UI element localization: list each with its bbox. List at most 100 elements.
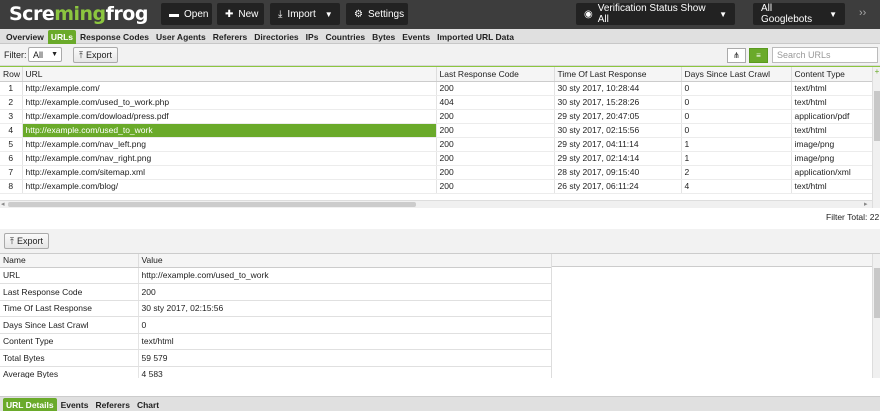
cell-days-since-last-crawl: 1 xyxy=(681,137,792,152)
cell-url: http://example.com/ xyxy=(22,81,437,96)
verification-status-dropdown[interactable]: ◉ Verification Status Show All ▼ xyxy=(576,3,735,25)
chevron-down-icon: ▼ xyxy=(719,9,727,19)
grid-horizontal-scrollbar[interactable]: ◂ ▸ xyxy=(0,200,872,208)
new-button[interactable]: ✚ New xyxy=(217,3,264,25)
cell-row: 2 xyxy=(0,95,23,110)
tab-chart[interactable]: Chart xyxy=(134,398,162,411)
detail-row[interactable]: Days Since Last Crawl 0 xyxy=(0,316,552,334)
table-row[interactable]: 5 http://example.com/nav_left.png 200 29 st… xyxy=(0,137,873,152)
search-input[interactable]: Search URLs xyxy=(772,47,878,63)
detail-row[interactable]: Total Bytes 59 579 xyxy=(0,349,552,367)
detail-row[interactable]: Time Of Last Response 30 sty 2017, 02:15:… xyxy=(0,300,552,317)
add-column-icon[interactable]: + xyxy=(873,67,880,81)
detail-row[interactable]: Content Type text/html xyxy=(0,333,552,350)
detail-row[interactable]: Average Bytes 4 583 xyxy=(0,366,552,378)
column-header-days-since-last-crawl[interactable]: Days Since Last Crawl xyxy=(681,67,792,82)
list-view-button[interactable]: ≡ xyxy=(749,48,768,63)
more-chevron-icon[interactable]: ›› xyxy=(859,7,866,19)
cell-url: http://example.com/nav_left.png xyxy=(22,137,437,152)
detail-name: Total Bytes xyxy=(0,349,139,367)
tab-urls[interactable]: URLs xyxy=(47,30,77,44)
table-row[interactable]: 1 http://example.com/200 30 sty 2017, 10:2… xyxy=(0,81,873,96)
cell-content-type: text/html xyxy=(791,179,873,194)
cell-url: http://example.com/dowload/press.pdf xyxy=(22,109,437,124)
cell-content-type: image/png xyxy=(791,137,873,152)
tree-icon: ⋔ xyxy=(733,51,740,60)
detail-header-value[interactable]: Value xyxy=(138,254,552,268)
detail-value: 200 xyxy=(138,283,552,301)
tab-directories[interactable]: Directories xyxy=(251,30,301,44)
cell-last-response-code: 200 xyxy=(436,165,555,180)
detail-export-button[interactable]: ⤒ Export xyxy=(4,233,49,249)
tab-user-agents[interactable]: User Agents xyxy=(153,30,209,44)
filter-select[interactable]: All ▼ xyxy=(28,47,62,62)
detail-row[interactable]: URL http://example.com/used_to_work xyxy=(0,267,552,284)
table-row[interactable]: 8 http://example.com/blog/200 26 sty 2017,… xyxy=(0,179,873,194)
googlebots-dropdown[interactable]: All Googlebots ▼ xyxy=(753,3,845,25)
column-header-content-type[interactable]: Content Type xyxy=(791,67,873,82)
scrollbar-thumb[interactable] xyxy=(8,202,416,207)
tab-imported-url-data[interactable]: Imported URL Data xyxy=(434,30,517,44)
cell-url: http://example.com/used_to_work.php xyxy=(22,95,437,110)
table-row[interactable]: 3 http://example.com/dowload/press.pdf 200… xyxy=(0,109,873,124)
cell-url: http://example.com/used_to_work xyxy=(22,123,437,138)
detail-row[interactable]: Last Response Code 200 xyxy=(0,283,552,301)
column-header-last-response-code[interactable]: Last Response Code xyxy=(436,67,555,82)
grid-vertical-scrollbar[interactable]: + xyxy=(872,67,880,208)
tab-referers[interactable]: Referers xyxy=(92,398,133,411)
eye-icon: ◉ xyxy=(584,8,593,20)
column-header-time-of-last-response[interactable]: Time Of Last Response xyxy=(554,67,682,82)
cell-time-of-last-response: 28 sty 2017, 09:15:40 xyxy=(554,165,682,180)
tab-response-codes[interactable]: Response Codes xyxy=(77,30,152,44)
tab-bytes[interactable]: Bytes xyxy=(369,30,398,44)
detail-name: Last Response Code xyxy=(0,283,139,301)
detail-vertical-scrollbar[interactable] xyxy=(872,254,880,378)
tab-ips[interactable]: IPs xyxy=(303,30,322,44)
urls-table: Row URL Last Response Code Time Of Last Res… xyxy=(0,66,880,208)
tab-events[interactable]: Events xyxy=(58,398,92,411)
download-icon: ⤓ xyxy=(278,8,283,20)
detail-toolbar: ⤒ Export xyxy=(0,229,880,253)
cell-url: http://example.com/blog/ xyxy=(22,179,437,194)
cell-last-response-code: 200 xyxy=(436,179,555,194)
cell-row: 5 xyxy=(0,137,23,152)
detail-name: Average Bytes xyxy=(0,366,139,378)
column-header-row[interactable]: Row xyxy=(0,67,23,82)
tab-referers[interactable]: Referers xyxy=(210,30,251,44)
settings-button[interactable]: ⚙ Settings xyxy=(346,3,408,25)
cell-row: 4 xyxy=(0,123,23,138)
chevron-down-icon: ▼ xyxy=(829,9,837,19)
scroll-left-icon[interactable]: ◂ xyxy=(1,200,5,208)
detail-name: Days Since Last Crawl xyxy=(0,316,139,334)
import-button[interactable]: ⤓ Import ▼ xyxy=(270,3,340,25)
cell-time-of-last-response: 30 sty 2017, 15:28:26 xyxy=(554,95,682,110)
scrollbar-thumb[interactable] xyxy=(874,91,880,141)
cell-time-of-last-response: 29 sty 2017, 02:14:14 xyxy=(554,151,682,166)
tree-view-button[interactable]: ⋔ xyxy=(727,48,746,63)
column-header-url[interactable]: URL xyxy=(22,67,437,82)
detail-side-panel xyxy=(551,254,872,378)
cell-content-type: application/xml xyxy=(791,165,873,180)
table-row[interactable]: 4 http://example.com/used_to_work 200 30 st… xyxy=(0,123,873,138)
scroll-right-icon[interactable]: ▸ xyxy=(864,200,868,208)
detail-value: 0 xyxy=(138,316,552,334)
table-row[interactable]: 6 http://example.com/nav_right.png 200 29 s… xyxy=(0,151,873,166)
export-button[interactable]: ⤒ Export xyxy=(73,47,118,63)
table-row[interactable]: 7 http://example.com/sitemap.xml 200 28 sty… xyxy=(0,165,873,180)
cell-days-since-last-crawl: 0 xyxy=(681,81,792,96)
open-button[interactable]: ▬ Open xyxy=(161,3,212,25)
detail-header-name[interactable]: Name xyxy=(0,254,139,268)
upload-icon: ⤒ xyxy=(10,235,14,246)
tab-overview[interactable]: Overview xyxy=(3,30,47,44)
chevron-down-icon: ▼ xyxy=(51,51,58,58)
scrollbar-thumb[interactable] xyxy=(874,268,880,318)
tab-events[interactable]: Events xyxy=(399,30,433,44)
cell-row: 6 xyxy=(0,151,23,166)
detail-value: 30 sty 2017, 02:15:56 xyxy=(138,300,552,317)
tab-url-details[interactable]: URL Details xyxy=(3,398,57,411)
cell-content-type: text/html xyxy=(791,81,873,96)
table-row[interactable]: 2 http://example.com/used_to_work.php 404 3… xyxy=(0,95,873,110)
cell-time-of-last-response: 29 sty 2017, 04:11:14 xyxy=(554,137,682,152)
list-icon: ≡ xyxy=(756,51,761,60)
tab-countries[interactable]: Countries xyxy=(322,30,368,44)
